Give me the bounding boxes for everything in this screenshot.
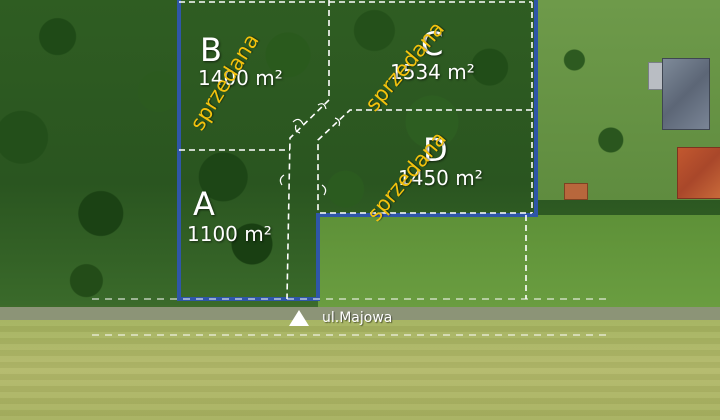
aerial-map: B 1400 m² C 1534 m² D 1450 m² A 1100 m² … [0, 0, 720, 420]
plot-a-area: 1100 m² [187, 222, 272, 246]
plot-a-letter: A [193, 185, 215, 223]
street-name-label: ul.Majowa [322, 310, 393, 326]
plot-b-letter: B [200, 31, 222, 69]
triangle-marker-icon [289, 310, 309, 326]
plot-overlay [92, 0, 612, 336]
